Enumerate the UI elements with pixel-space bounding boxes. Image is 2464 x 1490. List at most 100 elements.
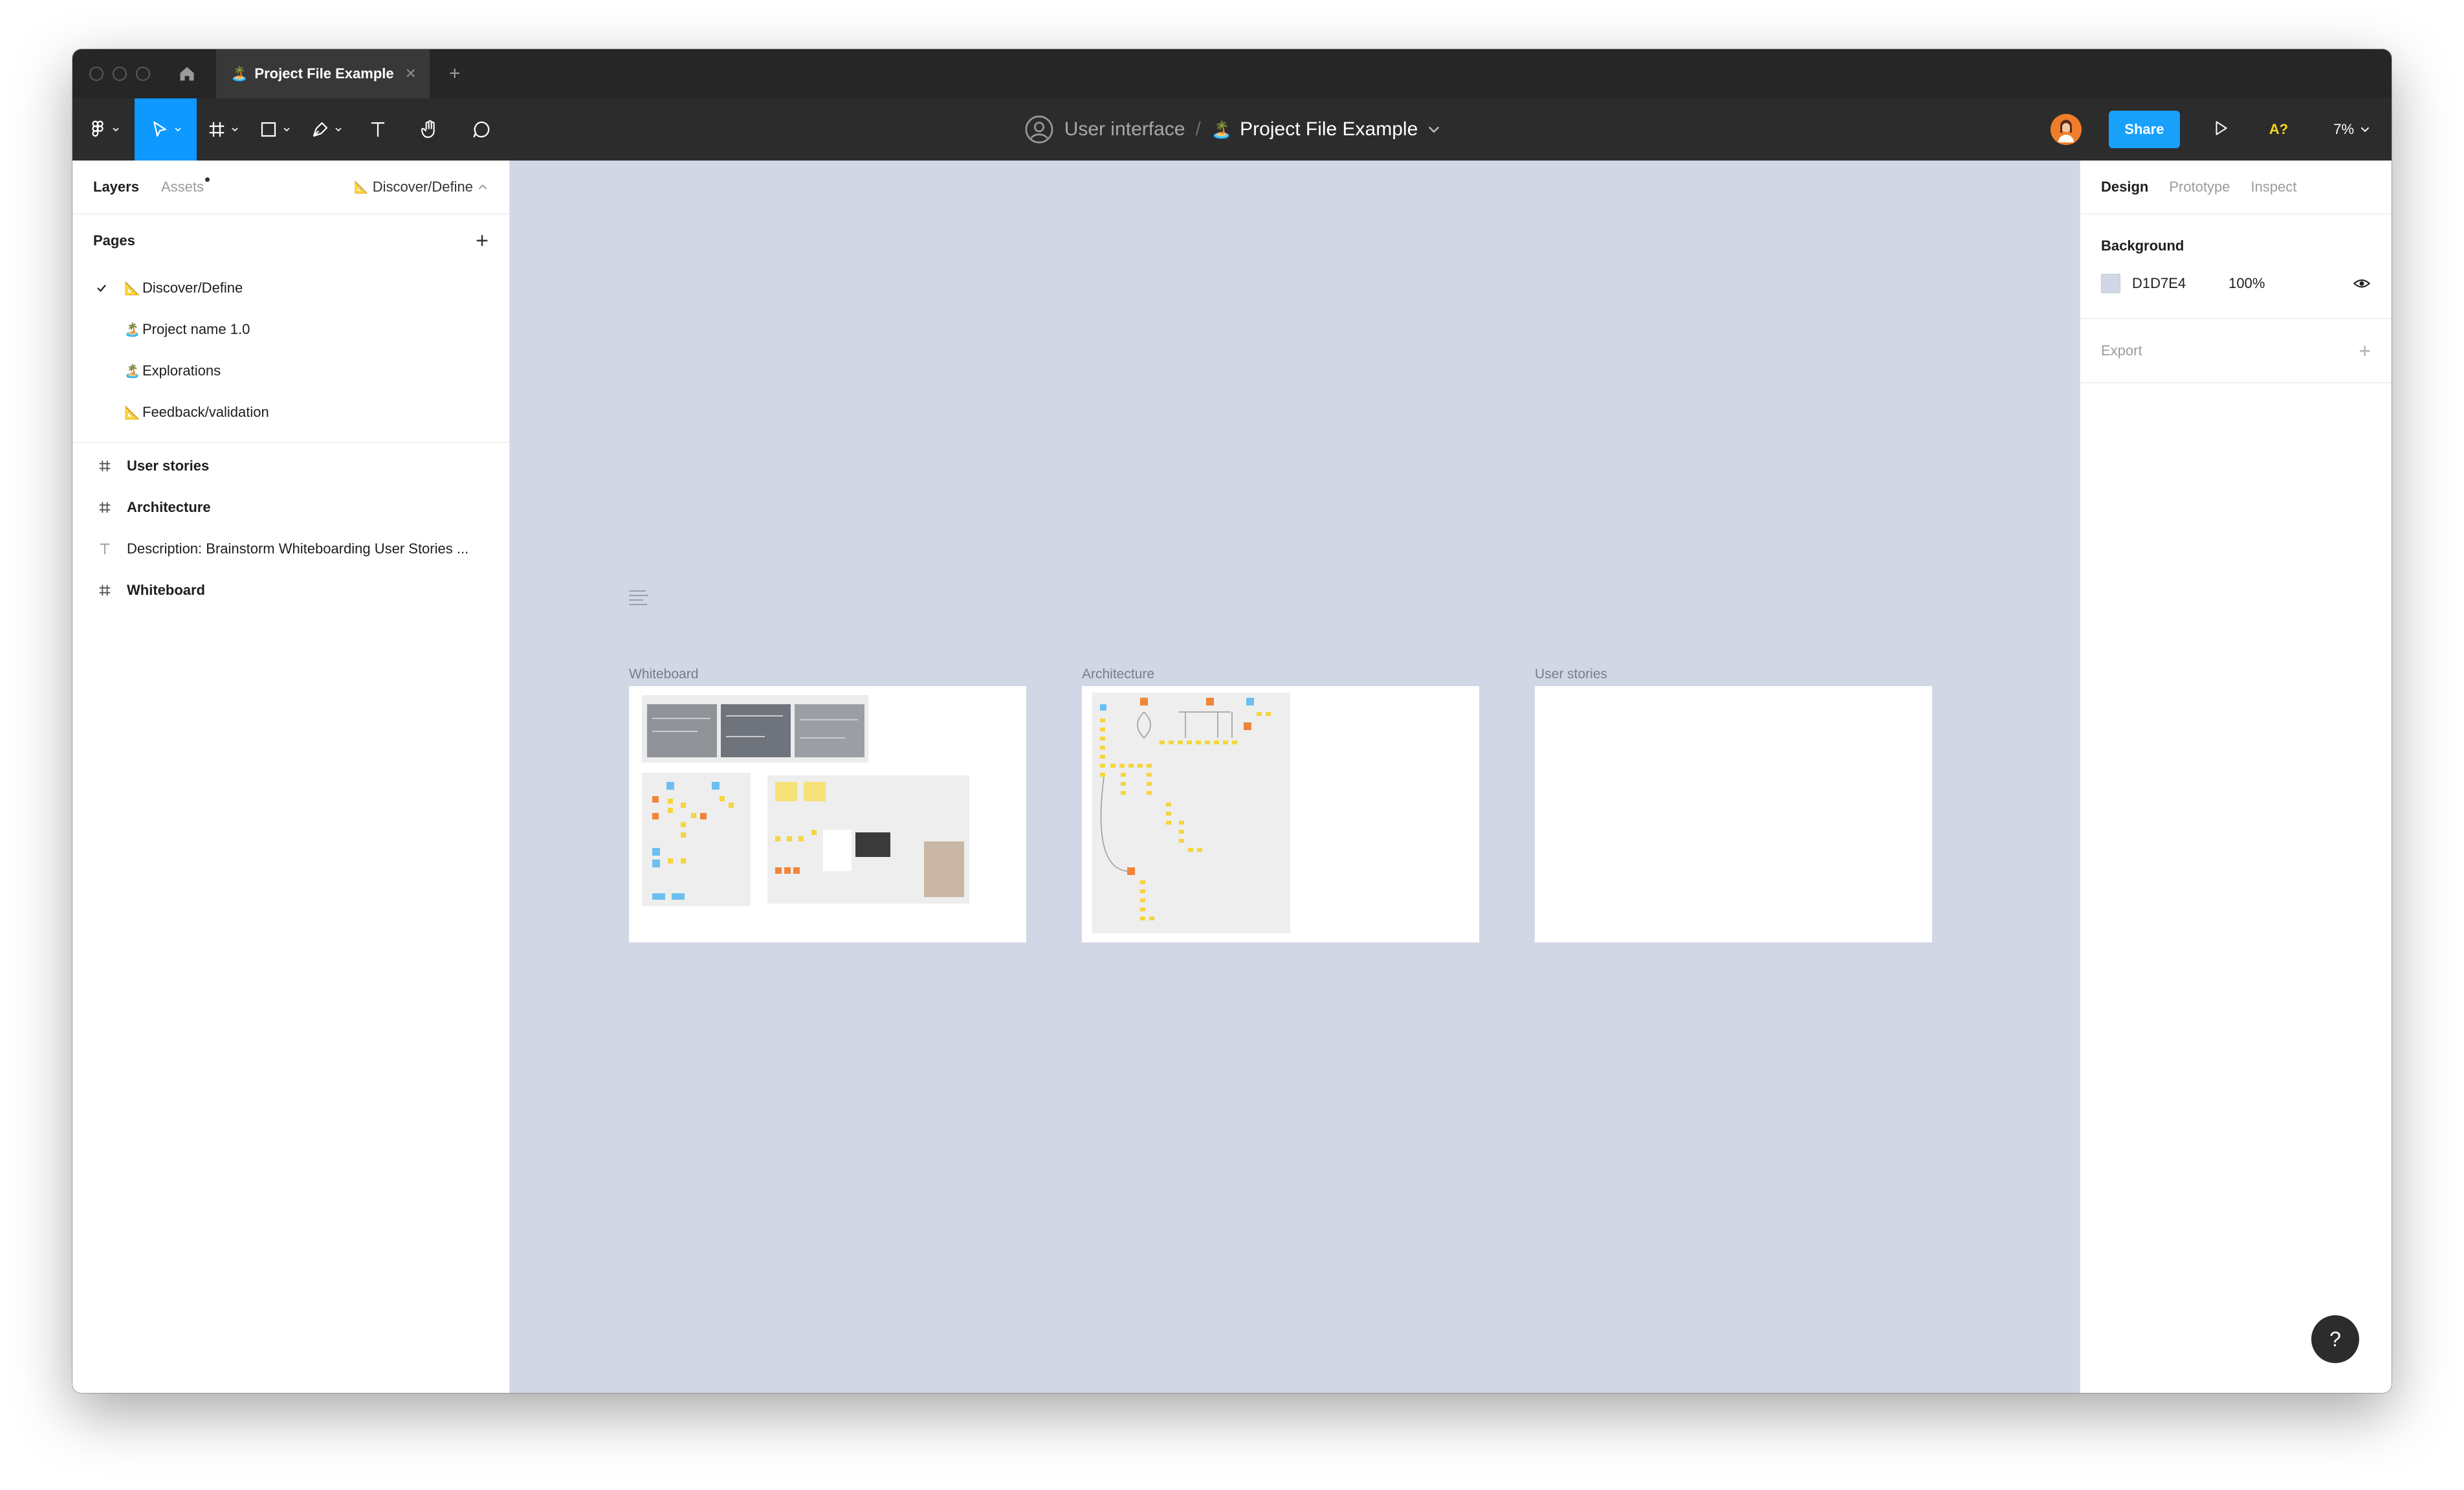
- close-tab-icon[interactable]: ✕: [405, 65, 417, 82]
- island-emoji-icon: 🏝️: [124, 364, 140, 379]
- comment-bubble-icon: [473, 121, 490, 138]
- user-portrait-icon: [2050, 114, 2082, 145]
- title-bar: 🏝️ Project File Example ✕ +: [72, 49, 2392, 98]
- right-panel-tabs: Design Prototype Inspect: [2080, 161, 2392, 214]
- ruler-emoji-icon: 📐: [354, 180, 369, 194]
- hand-icon: [421, 120, 435, 139]
- background-hex-input[interactable]: D1D7E4: [2132, 275, 2186, 292]
- file-tab-title: Project File Example: [254, 65, 394, 82]
- toolbar: User interface / 🏝️ Project File Example…: [72, 98, 2392, 161]
- architecture-content-thumbnail: [1092, 693, 1290, 933]
- figma-logo-icon: [92, 120, 104, 137]
- layer-label: Architecture: [127, 499, 211, 515]
- rectangle-icon: [261, 122, 276, 137]
- island-emoji-icon: 🏝️: [230, 65, 248, 82]
- help-button[interactable]: ?: [2311, 1315, 2359, 1363]
- background-heading: Background: [2101, 238, 2184, 254]
- maximize-window-button[interactable]: [136, 67, 150, 81]
- home-icon[interactable]: [176, 63, 198, 85]
- shape-tool-button[interactable]: [248, 98, 300, 161]
- pen-icon: [313, 122, 328, 137]
- window-controls: [89, 67, 150, 81]
- tab-assets[interactable]: Assets: [161, 177, 210, 195]
- page-item-feedback-validation[interactable]: 📐 Feedback/validation: [72, 392, 509, 433]
- layer-architecture[interactable]: Architecture: [72, 487, 509, 528]
- chevron-down-icon: [2360, 127, 2370, 133]
- file-tab[interactable]: 🏝️ Project File Example ✕: [216, 49, 430, 98]
- current-page-label: Discover/Define: [372, 179, 473, 195]
- pen-tool-button[interactable]: [300, 98, 352, 161]
- eye-icon[interactable]: [2353, 274, 2371, 293]
- frame-hash-icon: [209, 122, 225, 137]
- page-label: Feedback/validation: [142, 404, 269, 420]
- frame-whiteboard[interactable]: [629, 686, 1026, 942]
- layer-description-text[interactable]: Description: Brainstorm Whiteboarding Us…: [72, 528, 509, 570]
- add-export-icon[interactable]: +: [2359, 339, 2371, 363]
- toolbar-right: Share A? 7%: [2050, 98, 2392, 161]
- layer-label: Whiteboard: [127, 582, 205, 598]
- user-avatar[interactable]: [2050, 114, 2082, 145]
- share-button[interactable]: Share: [2108, 111, 2180, 148]
- cursor-arrow-icon: [153, 121, 166, 137]
- page-item-project-name[interactable]: 🏝️ Project name 1.0: [72, 309, 509, 350]
- comment-tool-button[interactable]: [456, 98, 507, 161]
- whiteboard-content-thumbnail: [642, 695, 969, 906]
- hand-tool-button[interactable]: [404, 98, 456, 161]
- close-window-button[interactable]: [89, 67, 104, 81]
- page-item-explorations[interactable]: 🏝️ Explorations: [72, 350, 509, 392]
- move-tool-button[interactable]: [135, 98, 197, 161]
- pages-section-header: Pages +: [72, 214, 509, 267]
- zoom-menu-button[interactable]: 7%: [2333, 121, 2370, 138]
- frame-label-whiteboard[interactable]: Whiteboard: [629, 667, 698, 682]
- text-layer-icon: [96, 542, 114, 556]
- right-sidebar: Design Prototype Inspect Background D1D7…: [2080, 161, 2392, 1393]
- frame-label-user-stories[interactable]: User stories: [1535, 667, 1607, 682]
- frame-label-architecture[interactable]: Architecture: [1082, 667, 1154, 682]
- play-icon: [2216, 120, 2227, 135]
- tab-design[interactable]: Design: [2101, 179, 2148, 195]
- tab-inspect[interactable]: Inspect: [2251, 179, 2297, 195]
- add-page-icon[interactable]: +: [476, 228, 489, 254]
- new-tab-icon[interactable]: +: [449, 63, 461, 85]
- left-sidebar: Layers Assets 📐 Discover/Define Pages + …: [72, 161, 510, 1393]
- main-menu-button[interactable]: [72, 98, 135, 161]
- tab-prototype[interactable]: Prototype: [2169, 179, 2230, 195]
- text-tool-button[interactable]: [352, 98, 404, 161]
- chevron-down-icon: [335, 128, 342, 132]
- background-color-swatch[interactable]: [2101, 274, 2120, 293]
- frame-hash-icon: [96, 583, 114, 597]
- layer-whiteboard[interactable]: Whiteboard: [72, 570, 509, 611]
- breadcrumb-separator: /: [1195, 118, 1201, 140]
- app-window: 🏝️ Project File Example ✕ + User interfa…: [72, 49, 2392, 1393]
- chevron-down-icon[interactable]: [1428, 124, 1440, 135]
- page-switcher[interactable]: 📐 Discover/Define: [354, 179, 487, 195]
- export-heading: Export: [2101, 342, 2142, 359]
- design-canvas[interactable]: Whiteboard Architecture User stories: [510, 161, 2080, 1393]
- background-fill-row: D1D7E4 100%: [2101, 274, 2371, 293]
- pages-heading: Pages: [93, 232, 135, 249]
- layer-user-stories[interactable]: User stories: [72, 445, 509, 487]
- chevron-down-icon: [175, 128, 181, 132]
- page-label: Explorations: [142, 362, 221, 379]
- frame-architecture[interactable]: [1082, 686, 1479, 942]
- ruler-emoji-icon: 📐: [124, 405, 140, 420]
- frame-user-stories[interactable]: [1535, 686, 1932, 942]
- chevron-up-icon: [478, 184, 487, 190]
- ruler-emoji-icon: 📐: [124, 281, 140, 296]
- description-text-thumbnail[interactable]: [629, 590, 648, 608]
- frame-tool-button[interactable]: [197, 98, 248, 161]
- present-button[interactable]: [2212, 120, 2229, 140]
- island-emoji-icon: 🏝️: [124, 322, 140, 337]
- frame-hash-icon: [96, 459, 114, 473]
- chevron-down-icon: [283, 128, 290, 132]
- accessibility-check-button[interactable]: A?: [2269, 121, 2288, 138]
- tab-layers[interactable]: Layers: [93, 179, 139, 195]
- frame-hash-icon: [96, 500, 114, 515]
- page-item-discover-define[interactable]: 📐 Discover/Define: [72, 267, 509, 309]
- minimize-window-button[interactable]: [113, 67, 127, 81]
- background-opacity-input[interactable]: 100%: [2228, 275, 2265, 292]
- file-name-button[interactable]: Project File Example: [1240, 118, 1418, 140]
- team-avatar-icon[interactable]: [1024, 115, 1054, 144]
- team-name-link[interactable]: User interface: [1064, 118, 1185, 140]
- left-panel-tabs: Layers Assets 📐 Discover/Define: [72, 161, 509, 214]
